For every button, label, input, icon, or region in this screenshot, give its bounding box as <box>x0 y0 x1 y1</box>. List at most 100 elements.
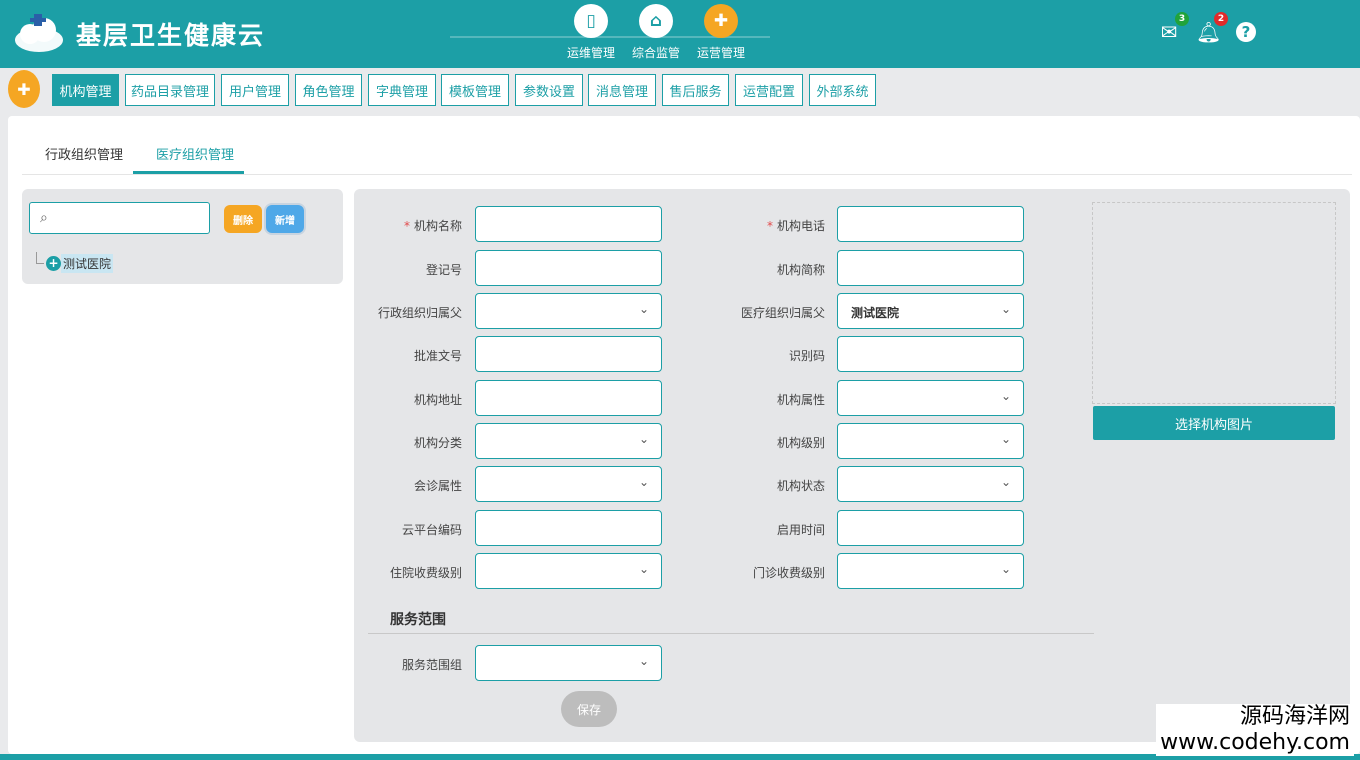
org-form-panel: * 机构名称 * 机构电话 登记号 机构简称 行政组织归属父 ⌄ 医疗组织归属父 测… <box>354 189 1350 742</box>
consult-property-select[interactable]: ⌄ <box>475 466 662 502</box>
hospital-cross-icon: + <box>46 256 61 271</box>
id-code-input[interactable] <box>837 336 1024 372</box>
menu-item-dictionary[interactable]: 字典管理 <box>368 74 436 106</box>
module-label: 综合监管 <box>631 46 680 60</box>
chevron-down-icon: ⌄ <box>1001 389 1012 403</box>
menu-item-ops-config[interactable]: 运营配置 <box>735 74 803 106</box>
cloud-code-label: 云平台编码 <box>401 523 462 537</box>
chevron-down-icon: ⌄ <box>639 432 650 446</box>
app-logo-icon <box>15 14 63 52</box>
active-tab-indicator <box>133 171 244 174</box>
app-header: 基层卫生健康云 ▯ 运维管理 ⌂ 综合监管 ✚ 运营管理 ✉ 3 🔔︎ 2 ? <box>0 0 1360 68</box>
watermark-line2: www.codehy.com <box>1160 730 1350 755</box>
module-ops-maintenance[interactable]: ▯ 运维管理 <box>561 4 621 61</box>
menu-item-user-management[interactable]: 用户管理 <box>221 74 289 106</box>
enable-time-input[interactable] <box>837 510 1024 546</box>
tab-admin-org[interactable]: 行政组织管理 <box>45 144 123 163</box>
chevron-down-icon: ⌄ <box>1001 562 1012 576</box>
reg-no-input[interactable] <box>475 250 662 286</box>
help-icon[interactable]: ? <box>1236 22 1256 42</box>
tree-node[interactable]: + 测试医院 <box>46 254 114 273</box>
module-label: 运维管理 <box>566 46 615 60</box>
address-input[interactable] <box>475 380 662 416</box>
service-section-title: 服务范围 <box>390 612 446 628</box>
mouse-icon: ▯ <box>574 4 608 38</box>
add-button[interactable]: 新增 <box>266 205 304 233</box>
mail-icon: ✉ <box>1160 20 1178 44</box>
status-select[interactable]: ⌄ <box>837 466 1024 502</box>
chevron-down-icon: ⌄ <box>639 302 650 316</box>
menu-item-role-management[interactable]: 角色管理 <box>295 74 362 106</box>
level-label: 机构级别 <box>776 436 825 450</box>
service-group-label: 服务范围组 <box>401 658 462 672</box>
mail-button[interactable]: ✉ 3 <box>1157 12 1189 44</box>
phone-input[interactable] <box>837 206 1024 242</box>
section-divider <box>368 633 1094 634</box>
org-tree-panel: ⌕ 删除 新增 + 测试医院 <box>22 189 343 284</box>
reg-no-label: 登记号 <box>425 263 462 277</box>
property-label: 机构属性 <box>776 393 825 407</box>
medical-parent-select[interactable]: 测试医院 ⌄ <box>837 293 1024 329</box>
approval-no-input[interactable] <box>475 336 662 372</box>
category-label: 机构分类 <box>413 436 462 450</box>
menu-item-parameters[interactable]: 参数设置 <box>515 74 583 106</box>
module-comprehensive-supervision[interactable]: ⌂ 综合监管 <box>626 4 686 61</box>
notification-button[interactable]: 🔔︎ 2 <box>1196 12 1228 44</box>
notification-badge: 2 <box>1214 12 1228 26</box>
menu-item-template[interactable]: 模板管理 <box>441 74 509 106</box>
tree-node-label: 测试医院 <box>61 254 114 273</box>
tab-divider <box>22 174 1352 175</box>
menu-item-external-systems[interactable]: 外部系统 <box>809 74 876 106</box>
admin-parent-label: 行政组织归属父 <box>377 306 462 320</box>
tab-medical-org[interactable]: 医疗组织管理 <box>156 144 234 163</box>
menu-item-messages[interactable]: 消息管理 <box>588 74 656 106</box>
address-label: 机构地址 <box>413 393 462 407</box>
search-input[interactable] <box>58 207 203 229</box>
app-title: 基层卫生健康云 <box>76 21 266 50</box>
calendar-plus-icon: ✚ <box>704 4 738 38</box>
chevron-down-icon: ⌄ <box>639 562 650 576</box>
short-name-input[interactable] <box>837 250 1024 286</box>
admin-parent-select[interactable]: ⌄ <box>475 293 662 329</box>
menu-item-after-sales[interactable]: 售后服务 <box>662 74 729 106</box>
category-select[interactable]: ⌄ <box>475 423 662 459</box>
select-image-button[interactable]: 选择机构图片 <box>1093 406 1335 440</box>
save-button[interactable]: 保存 <box>561 691 617 727</box>
level-select[interactable]: ⌄ <box>837 423 1024 459</box>
chevron-down-icon: ⌄ <box>639 654 650 668</box>
consult-property-label: 会诊属性 <box>413 479 462 493</box>
enable-time-label: 启用时间 <box>776 523 825 537</box>
cloud-code-input[interactable] <box>475 510 662 546</box>
name-input[interactable] <box>475 206 662 242</box>
home-settings-icon: ⌂ <box>639 4 673 38</box>
search-icon: ⌕ <box>40 210 48 226</box>
short-name-label: 机构简称 <box>776 263 825 277</box>
module-label: 运营管理 <box>696 46 745 60</box>
inpatient-fee-level-label: 住院收费级别 <box>389 566 462 580</box>
phone-label: * 机构电话 <box>766 219 825 233</box>
chevron-down-icon: ⌄ <box>1001 475 1012 489</box>
outpatient-fee-level-select[interactable]: ⌄ <box>837 553 1024 589</box>
property-select[interactable]: ⌄ <box>837 380 1024 416</box>
status-label: 机构状态 <box>776 479 825 493</box>
watermark-line1: 源码海洋网 <box>1239 704 1350 729</box>
main-panel: 行政组织管理 医疗组织管理 ⌕ 删除 新增 + 测试医院 * 机构名称 * 机构电话… <box>8 116 1360 754</box>
chevron-down-icon: ⌄ <box>639 475 650 489</box>
watermark: 源码海洋网 www.codehy.com <box>1156 704 1354 756</box>
menu-item-drug-catalog[interactable]: 药品目录管理 <box>125 74 215 106</box>
delete-button[interactable]: 删除 <box>224 205 262 233</box>
inpatient-fee-level-select[interactable]: ⌄ <box>475 553 662 589</box>
module-operations-management[interactable]: ✚ 运营管理 <box>691 4 751 61</box>
mail-badge: 3 <box>1175 12 1189 26</box>
tree-connector <box>36 252 44 264</box>
name-label: * 机构名称 <box>403 219 462 233</box>
approval-no-label: 批准文号 <box>413 349 462 363</box>
id-code-label: 识别码 <box>788 349 825 363</box>
top-menu: ✚ 机构管理 药品目录管理 用户管理 角色管理 字典管理 模板管理 参数设置 消… <box>0 68 1360 114</box>
outpatient-fee-level-label: 门诊收费级别 <box>752 566 825 580</box>
service-group-select[interactable]: ⌄ <box>475 645 662 681</box>
chevron-down-icon: ⌄ <box>1001 302 1012 316</box>
medical-parent-label: 医疗组织归属父 <box>740 306 825 320</box>
org-image-preview <box>1092 202 1336 404</box>
menu-item-org-management[interactable]: 机构管理 <box>52 74 119 106</box>
